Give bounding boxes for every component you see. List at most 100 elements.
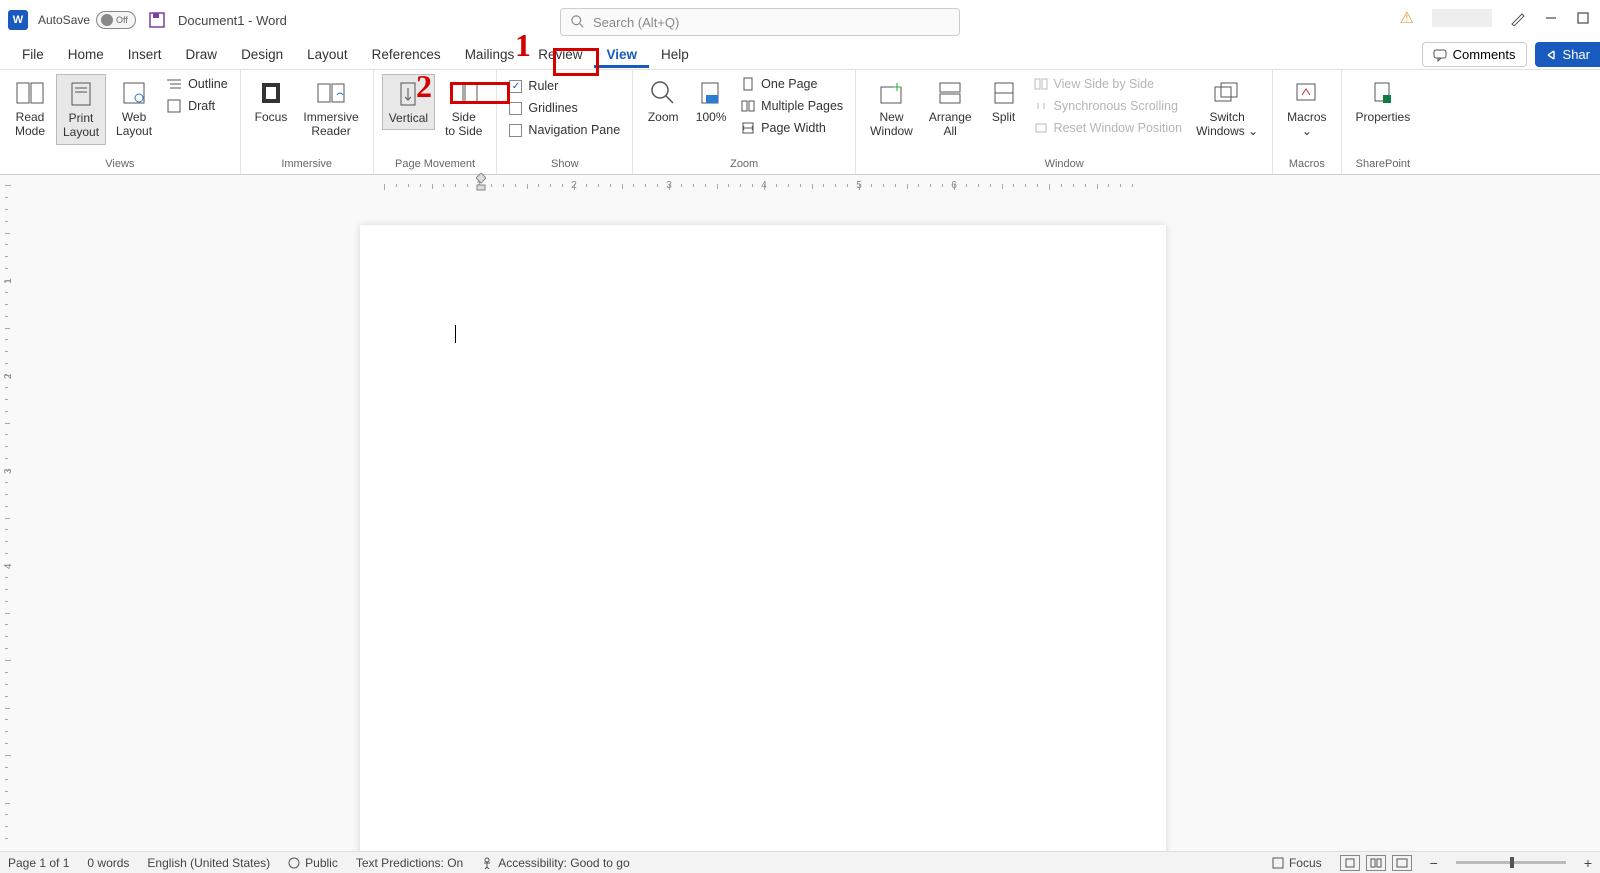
share-button[interactable]: Shar	[1535, 42, 1600, 67]
switch-windows-button[interactable]: Switch Windows ⌄	[1190, 74, 1264, 143]
side-by-side-icon	[1034, 78, 1048, 90]
tab-insert[interactable]: Insert	[116, 41, 174, 68]
vertical-button[interactable]: Vertical	[382, 74, 435, 130]
print-layout-button[interactable]: Print Layout	[56, 74, 106, 145]
multi-pages-icon	[741, 99, 755, 113]
views-group-label: Views	[8, 158, 232, 172]
title-bar: W AutoSave Off Document1 - Word Search (…	[0, 0, 1600, 40]
minimize-button[interactable]	[1544, 11, 1558, 25]
print-layout-view-icon[interactable]	[1340, 855, 1360, 871]
page-width-button[interactable]: Page Width	[737, 118, 847, 138]
language-status[interactable]: English (United States)	[147, 856, 270, 870]
text-predictions-status[interactable]: Text Predictions: On	[356, 856, 463, 870]
warning-icon[interactable]: ⚠	[1400, 8, 1414, 28]
comments-button[interactable]: Comments	[1422, 42, 1527, 67]
page-width-icon	[741, 121, 755, 135]
outline-icon	[166, 77, 182, 91]
focus-icon	[1272, 857, 1284, 869]
maximize-button[interactable]	[1576, 11, 1590, 25]
indent-marker[interactable]	[476, 173, 486, 196]
immersive-reader-button[interactable]: Immersive Reader	[297, 74, 364, 143]
draft-button[interactable]: Draft	[162, 96, 232, 116]
zoom-in-button[interactable]: +	[1584, 855, 1592, 871]
search-box[interactable]: Search (Alt+Q)	[560, 8, 960, 36]
zoom-slider[interactable]	[1456, 861, 1566, 864]
search-placeholder: Search (Alt+Q)	[593, 15, 679, 30]
word-app-icon: W	[8, 10, 28, 30]
tab-design[interactable]: Design	[229, 41, 295, 68]
pen-icon[interactable]	[1510, 10, 1526, 26]
one-page-icon	[741, 77, 755, 91]
macros-button[interactable]: Macros⌄	[1281, 74, 1332, 143]
page-movement-group-label: Page Movement	[382, 158, 489, 172]
web-layout-view-icon[interactable]	[1392, 855, 1412, 871]
globe-icon	[288, 857, 300, 869]
one-page-button[interactable]: One Page	[737, 74, 847, 94]
horizontal-ruler[interactable]: 123456	[384, 179, 1170, 193]
autosave-label: AutoSave	[38, 13, 90, 27]
ribbon-tabs: File Home Insert Draw Design Layout Refe…	[0, 40, 1600, 70]
view-side-by-side-button: View Side by Side	[1030, 74, 1187, 94]
zoom-button[interactable]: Zoom	[641, 74, 685, 128]
window-group-label: Window	[864, 158, 1264, 172]
share-label: Shar	[1563, 47, 1590, 62]
synchronous-scrolling-button: Synchronous Scrolling	[1030, 96, 1187, 116]
tab-help[interactable]: Help	[649, 41, 701, 68]
tab-references[interactable]: References	[360, 41, 453, 68]
properties-button[interactable]: Properties	[1350, 74, 1417, 128]
comment-icon	[1433, 48, 1447, 62]
tab-file[interactable]: File	[10, 41, 56, 68]
focus-mode-button[interactable]: Focus	[1272, 856, 1322, 870]
reset-window-icon	[1034, 122, 1048, 134]
tab-review[interactable]: Review	[526, 41, 594, 68]
zoom-group-label: Zoom	[641, 158, 847, 172]
focus-button[interactable]: Focus	[249, 74, 294, 128]
titlebar-right: ⚠	[1400, 8, 1590, 28]
text-cursor	[455, 325, 456, 343]
accessibility-icon	[481, 857, 493, 869]
accessibility-status[interactable]: Accessibility: Good to go	[481, 856, 629, 870]
tab-mailings[interactable]: Mailings	[453, 41, 527, 68]
split-button[interactable]: Split	[982, 74, 1026, 128]
zoom-100-button[interactable]: 100%	[689, 74, 733, 128]
user-account[interactable]	[1432, 9, 1492, 27]
search-icon	[571, 15, 585, 29]
document-workspace: 1234 123456	[0, 175, 1600, 851]
page-status[interactable]: Page 1 of 1	[8, 856, 69, 870]
macros-group-label: Macros	[1281, 158, 1332, 172]
vertical-ruler[interactable]: 1234	[5, 185, 19, 851]
tab-draw[interactable]: Draw	[174, 41, 230, 68]
share-icon	[1545, 48, 1558, 61]
chevron-down-icon: ⌄	[1302, 124, 1312, 138]
read-mode-view-icon[interactable]	[1366, 855, 1386, 871]
document-page[interactable]	[360, 225, 1166, 851]
zoom-out-button[interactable]: −	[1430, 855, 1438, 871]
document-title: Document1 - Word	[178, 13, 287, 28]
immersive-group-label: Immersive	[249, 158, 365, 172]
sharepoint-group-label: SharePoint	[1350, 158, 1417, 172]
word-count[interactable]: 0 words	[87, 856, 129, 870]
autosave-state: Off	[116, 15, 128, 25]
read-mode-button[interactable]: Read Mode	[8, 74, 52, 143]
navigation-pane-checkbox[interactable]: Navigation Pane	[505, 120, 624, 140]
side-to-side-button[interactable]: Side to Side	[439, 74, 488, 143]
save-icon[interactable]	[148, 11, 166, 29]
multiple-pages-button[interactable]: Multiple Pages	[737, 96, 847, 116]
toggle-knob	[101, 14, 113, 26]
tab-layout[interactable]: Layout	[295, 41, 360, 68]
tab-home[interactable]: Home	[56, 41, 116, 68]
checkbox-icon	[509, 124, 522, 137]
tab-view[interactable]: View	[594, 41, 649, 68]
new-window-button[interactable]: New Window	[864, 74, 919, 143]
ruler-checkbox[interactable]: ✓Ruler	[505, 76, 624, 96]
public-status[interactable]: Public	[288, 856, 338, 870]
gridlines-checkbox[interactable]: Gridlines	[505, 98, 624, 118]
comments-label: Comments	[1453, 47, 1516, 62]
ribbon: Read Mode Print Layout Web Layout Outlin…	[0, 70, 1600, 175]
outline-button[interactable]: Outline	[162, 74, 232, 94]
chevron-down-icon: ⌄	[1248, 124, 1258, 138]
web-layout-button[interactable]: Web Layout	[110, 74, 158, 143]
arrange-all-button[interactable]: Arrange All	[923, 74, 978, 143]
autosave-toggle[interactable]: Off	[96, 11, 136, 29]
draft-icon	[166, 99, 182, 113]
